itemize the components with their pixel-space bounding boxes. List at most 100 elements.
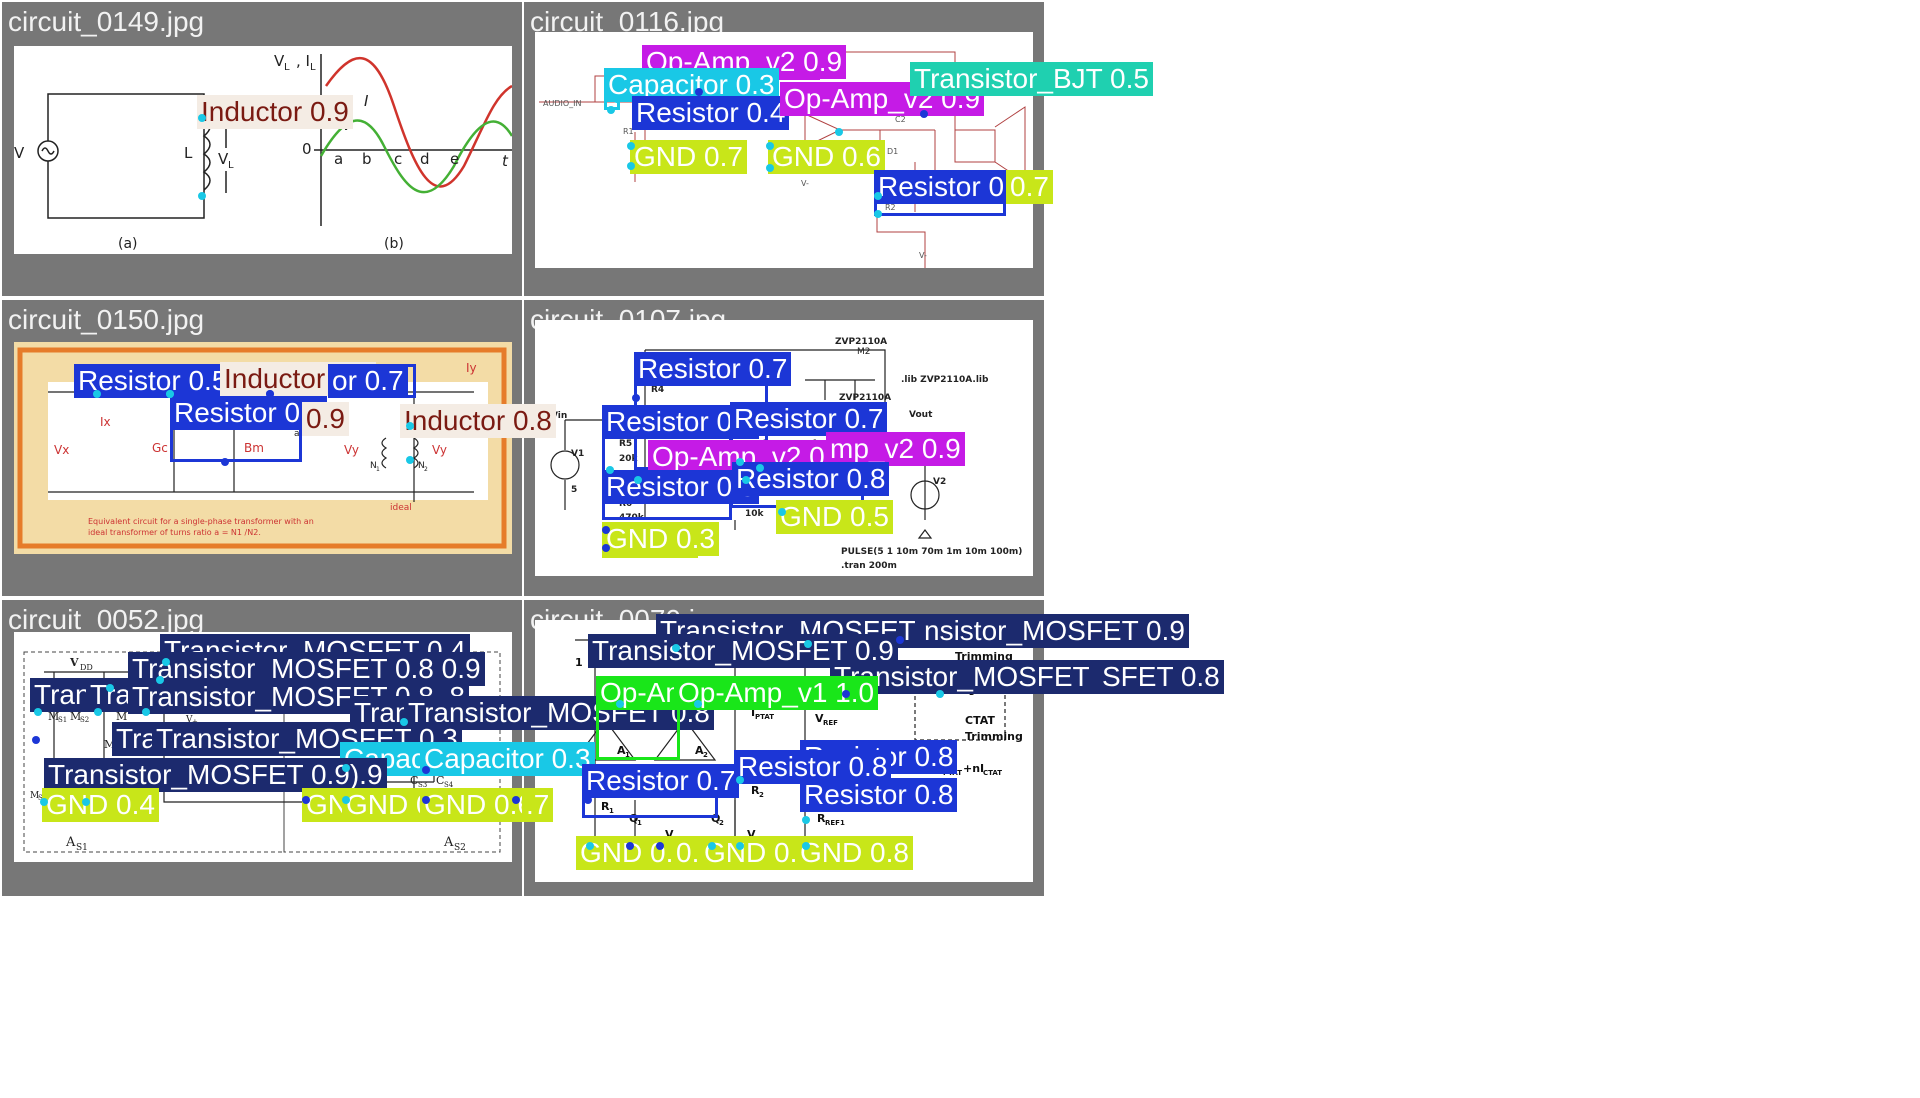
- inductor-schematic: V L VL VL, IL I V 0 abcde t (a) (b): [14, 52, 512, 252]
- detection-label: Resistor 0.7: [730, 402, 888, 436]
- svg-text:M2: M2: [857, 347, 871, 357]
- svg-text:2: 2: [719, 819, 724, 827]
- keypoint-dot: [602, 544, 610, 552]
- keypoint-dot: [874, 210, 882, 218]
- keypoint-dot: [606, 466, 614, 474]
- keypoint-dot: [82, 798, 90, 806]
- detection-label: 0.7: [1006, 170, 1053, 204]
- keypoint-dot: [835, 128, 843, 136]
- svg-text:2: 2: [424, 466, 428, 473]
- tile-title: circuit_0149.jpg: [8, 6, 205, 37]
- keypoint-dot: [602, 526, 610, 534]
- svg-text:d: d: [420, 150, 430, 168]
- detection-label: Transistor_BJT 0.5: [910, 62, 1153, 96]
- svg-text:5: 5: [571, 485, 577, 495]
- svg-text:Ix: Ix: [100, 415, 111, 429]
- keypoint-dot: [694, 700, 702, 708]
- svg-text:V: V: [69, 656, 79, 669]
- keypoint-dot: [804, 640, 812, 648]
- svg-text:Iy: Iy: [466, 361, 477, 375]
- keypoint-dot: [34, 708, 42, 716]
- svg-text:I: I: [364, 92, 369, 110]
- detection-label: GND 0.5: [776, 500, 893, 534]
- keypoint-dot: [40, 798, 48, 806]
- keypoint-dot: [106, 684, 114, 692]
- keypoint-dot: [736, 776, 744, 784]
- svg-text:V-: V-: [919, 251, 927, 260]
- keypoint-dot: [406, 456, 414, 464]
- svg-text:S2: S2: [80, 716, 89, 724]
- svg-text:c: c: [394, 150, 402, 168]
- keypoint-dot: [162, 658, 170, 666]
- svg-text:Vy: Vy: [344, 443, 359, 457]
- detection-label: GND 0.6: [420, 788, 537, 822]
- keypoint-dot: [266, 390, 274, 398]
- detection-label: Resistor 0.7: [582, 764, 740, 798]
- svg-text:ideal transformer of turns rat: ideal transformer of turns ratio a = N1 …: [88, 528, 261, 537]
- detection-label: GND 0.8: [796, 836, 913, 870]
- svg-text:AUDIO_IN: AUDIO_IN: [543, 99, 582, 108]
- detection-label: Resistor 0.8: [800, 778, 958, 812]
- svg-text:1: 1: [637, 819, 642, 827]
- keypoint-dot: [632, 394, 640, 402]
- keypoint-dot: [626, 842, 634, 850]
- svg-text:2: 2: [759, 791, 764, 799]
- keypoint-dot: [198, 192, 206, 200]
- svg-text:1: 1: [376, 466, 380, 473]
- keypoint-dot: [166, 390, 174, 398]
- keypoint-dot: [936, 690, 944, 698]
- svg-text:L: L: [184, 144, 193, 162]
- svg-text:S2: S2: [454, 843, 466, 853]
- svg-text:D1: D1: [887, 147, 898, 156]
- keypoint-dot: [156, 676, 164, 684]
- svg-text:Equivalent circuit for a singl: Equivalent circuit for a single-phase tr…: [88, 517, 314, 526]
- keypoint-dot: [342, 764, 350, 772]
- keypoint-dot: [672, 644, 680, 652]
- detection-label: GND 0.7: [630, 140, 747, 174]
- keypoint-dot: [607, 106, 615, 114]
- circuit-image: V L VL VL, IL I V 0 abcde t (a) (b): [14, 46, 512, 254]
- keypoint-dot: [920, 110, 928, 118]
- svg-text:t: t: [502, 152, 509, 170]
- keypoint-dot: [584, 796, 592, 804]
- detection-label: .7: [522, 788, 554, 822]
- keypoint-dot: [656, 842, 664, 850]
- svg-text:V-: V-: [801, 179, 809, 188]
- keypoint-dot: [512, 796, 520, 804]
- svg-text:A: A: [443, 835, 454, 850]
- detection-label: GND 0.4: [42, 788, 159, 822]
- keypoint-dot: [400, 718, 408, 726]
- keypoint-dot: [736, 842, 744, 850]
- keypoint-dot: [695, 88, 703, 96]
- detection-label: Capacitor 0.3: [420, 742, 595, 776]
- detection-label: Resistor 0.4: [632, 96, 790, 130]
- keypoint-dot: [736, 458, 744, 466]
- keypoint-dot: [742, 476, 750, 484]
- svg-text:+nI: +nI: [963, 762, 984, 775]
- keypoint-dot: [94, 708, 102, 716]
- svg-text:2: 2: [703, 751, 708, 759]
- detection-label: Inductor 0.8: [400, 404, 556, 438]
- svg-text:ZVP2110A: ZVP2110A: [835, 337, 887, 347]
- keypoint-dot: [128, 390, 136, 398]
- detection-label: SFET 0.8: [1098, 660, 1224, 694]
- keypoint-dot: [802, 842, 810, 850]
- svg-text:C2: C2: [895, 115, 906, 124]
- detection-label: nsistor_MOSFET 0.9: [920, 614, 1189, 648]
- tile-circuit-0149: circuit_0149.jpg V L VL VL, IL I 0 a b c…: [2, 2, 522, 296]
- svg-text:Gc: Gc: [152, 441, 168, 455]
- keypoint-dot: [422, 796, 430, 804]
- keypoint-dot: [842, 690, 850, 698]
- svg-text:DD: DD: [80, 663, 93, 672]
- detection-label: GND 0.3: [602, 522, 719, 556]
- keypoint-dot: [586, 842, 594, 850]
- detection-label: Resistor 0.7: [634, 352, 792, 386]
- svg-text:.tran 200m: .tran 200m: [841, 561, 897, 571]
- svg-text:, I: , I: [296, 52, 310, 70]
- svg-text:A: A: [65, 835, 76, 850]
- svg-text:e: e: [450, 150, 459, 168]
- keypoint-dot: [302, 796, 310, 804]
- svg-text:.lib ZVP2110A.lib: .lib ZVP2110A.lib: [901, 375, 989, 385]
- keypoint-dot: [221, 458, 229, 466]
- keypoint-dot: [766, 164, 774, 172]
